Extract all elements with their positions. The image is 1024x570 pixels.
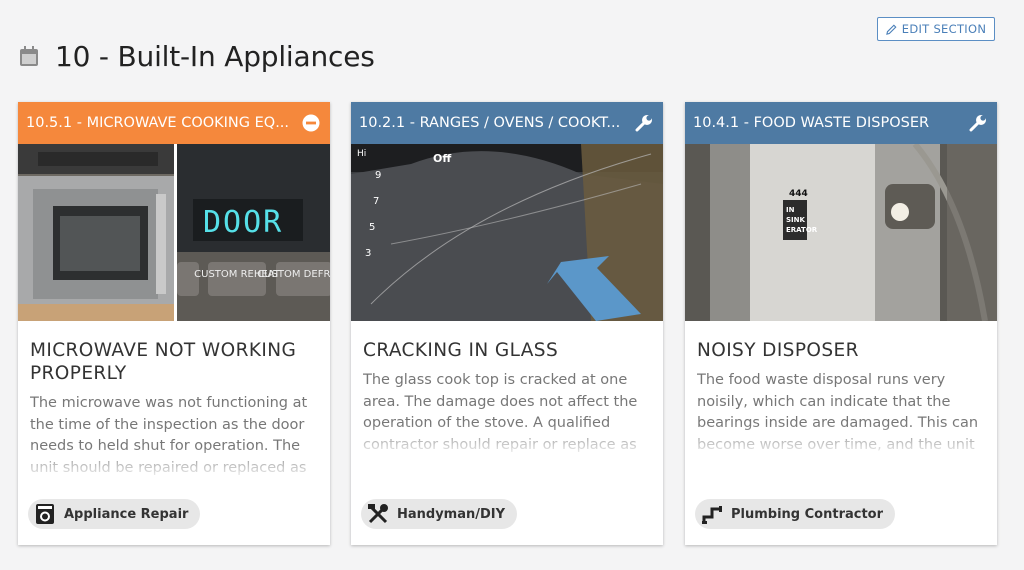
brand-text: SINK	[786, 216, 806, 224]
defect-card-disposer[interactable]: 10.4.1 - FOOD WASTE DISPOSER 444 IN SINK…	[685, 102, 997, 545]
card-header[interactable]: 10.5.1 - MICROWAVE COOKING EQ...	[18, 102, 330, 144]
wrench-icon[interactable]	[967, 112, 989, 134]
card-header-label: 10.4.1 - FOOD WASTE DISPOSER	[693, 115, 930, 131]
defect-photo[interactable]: Hi Off 9 7 5 3	[351, 144, 663, 321]
defect-card-microwave[interactable]: 10.5.1 - MICROWAVE COOKING EQ... DOOR CU…	[18, 102, 330, 545]
defect-description: The glass cook top is cracked at one are…	[363, 370, 651, 458]
card-header[interactable]: 10.2.1 - RANGES / OVENS / COOKT...	[351, 102, 663, 144]
defect-photo[interactable]: DOOR CUSTOM REHEAT CUSTOM DEFROST	[18, 144, 330, 321]
edit-section-button[interactable]: EDIT SECTION	[877, 17, 995, 41]
microwave-button-label: CUSTOM DEFROST	[257, 269, 330, 280]
pencil-icon	[885, 24, 897, 35]
contractor-tag-label: Plumbing Contractor	[731, 506, 884, 522]
pipe-icon	[701, 503, 723, 525]
knob-label: 9	[375, 170, 381, 181]
defect-description: The food waste disposal runs very noisil…	[697, 370, 985, 458]
contractor-tag-plumbing[interactable]: Plumbing Contractor	[695, 499, 896, 529]
knob-label: Off	[433, 152, 451, 165]
section-title: 10 - Built-In Appliances	[55, 39, 375, 73]
brand-text: 444	[789, 189, 808, 199]
minus-circle-icon[interactable]	[300, 112, 322, 134]
contractor-tag-handyman[interactable]: Handyman/DIY	[361, 499, 518, 529]
knob-label: 5	[369, 222, 375, 233]
defect-title: MICROWAVE NOT WORKING PROPERLY	[30, 340, 297, 384]
defect-photo[interactable]: 444 IN SINK ERATOR	[685, 144, 997, 321]
contractor-tag-appliance-repair[interactable]: Appliance Repair	[28, 499, 201, 529]
knob-label: 7	[373, 196, 379, 207]
contractor-tag-label: Handyman/DIY	[397, 506, 506, 522]
defect-card-range[interactable]: 10.2.1 - RANGES / OVENS / COOKT... Hi Of…	[351, 102, 663, 545]
edit-section-label: EDIT SECTION	[901, 22, 987, 36]
card-header[interactable]: 10.4.1 - FOOD WASTE DISPOSER	[685, 102, 997, 144]
brand-text: ERATOR	[786, 226, 818, 234]
knob-label: Hi	[357, 149, 366, 159]
calendar-icon	[20, 46, 38, 66]
card-header-label: 10.5.1 - MICROWAVE COOKING EQ...	[26, 115, 290, 131]
knob-label: 3	[365, 248, 371, 259]
washing-machine-icon	[34, 503, 56, 525]
defect-description: The microwave was not functioning at the…	[30, 393, 318, 481]
defect-title: CRACKING IN GLASS	[363, 340, 559, 361]
defect-title: NOISY DISPOSER	[697, 340, 859, 361]
brand-text: IN	[786, 206, 795, 214]
contractor-tag-label: Appliance Repair	[64, 506, 189, 522]
section-header: 10 - Built-In Appliances	[19, 36, 375, 76]
card-header-label: 10.2.1 - RANGES / OVENS / COOKT...	[359, 115, 621, 131]
wrench-icon[interactable]	[633, 112, 655, 134]
tools-icon	[367, 503, 389, 525]
microwave-display-text: DOOR	[203, 205, 283, 240]
